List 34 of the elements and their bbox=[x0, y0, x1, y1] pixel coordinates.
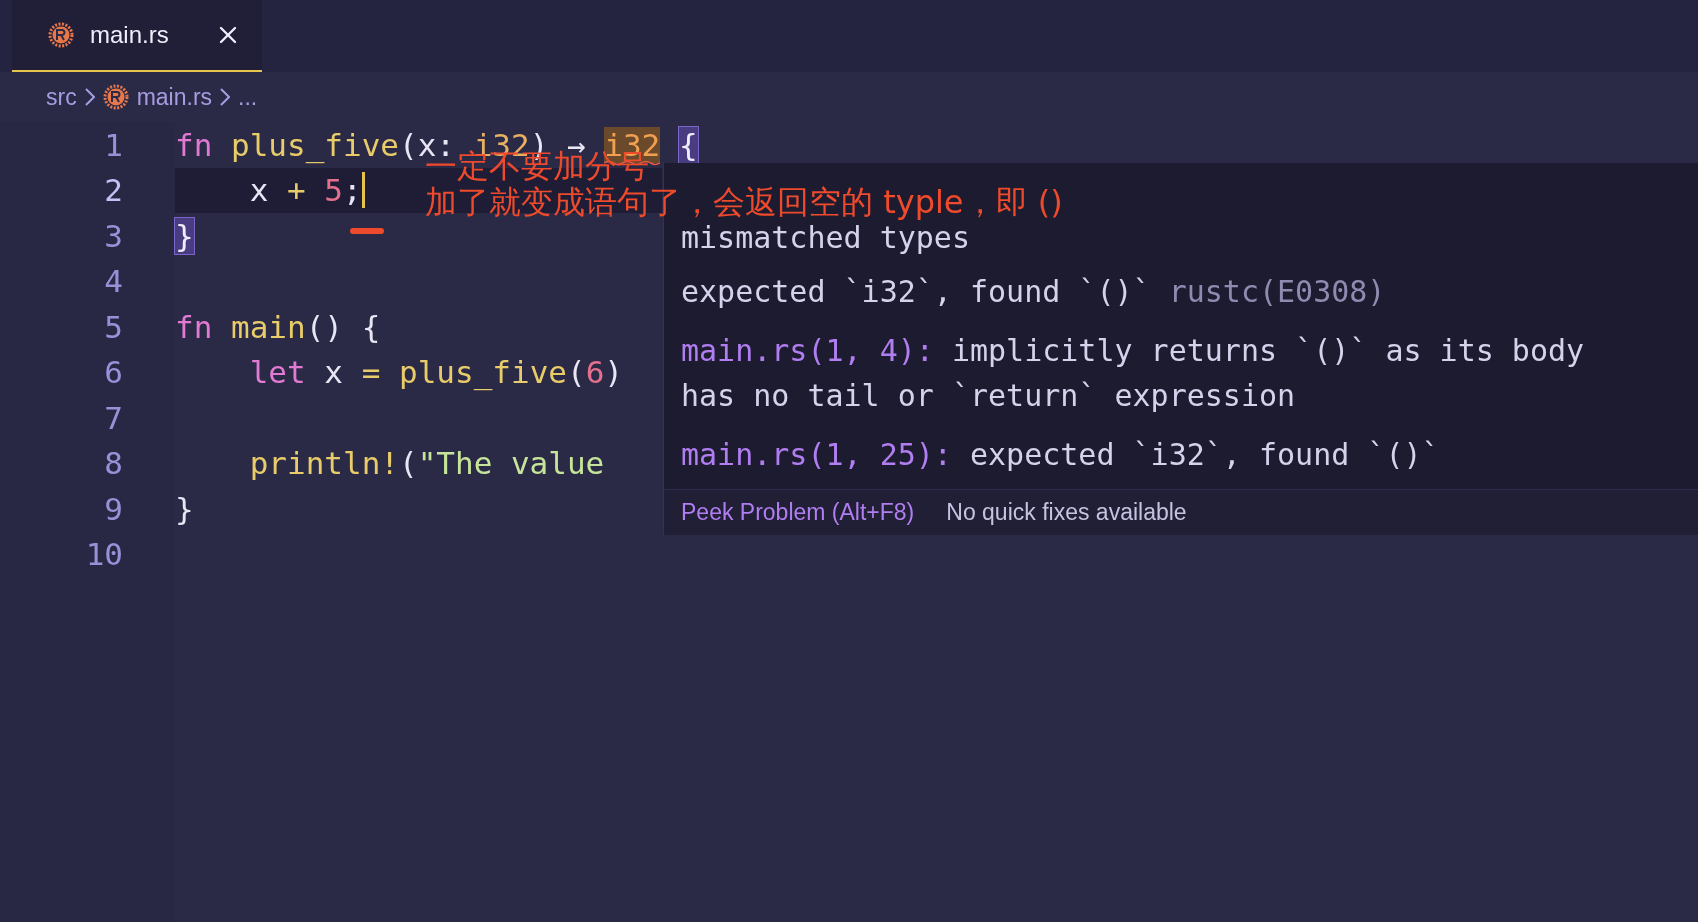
line-number: 8 bbox=[104, 444, 123, 483]
line-number: 3 bbox=[104, 216, 123, 256]
code-line: println!("The value bbox=[248, 444, 605, 483]
hover-title: mismatched types bbox=[681, 221, 970, 255]
line-number: 5 bbox=[104, 307, 123, 347]
line-number: 4 bbox=[104, 262, 123, 301]
breadcrumb-item[interactable]: src bbox=[46, 79, 77, 115]
line-number: 7 bbox=[104, 398, 123, 438]
quick-fix-note: No quick fixes available bbox=[946, 498, 1187, 528]
breadcrumb-item[interactable]: main.rs bbox=[136, 79, 213, 115]
peek-problem-link[interactable]: Peek Problem (Alt+F8) bbox=[681, 495, 915, 530]
line-number: 10 bbox=[85, 535, 123, 574]
text-cursor bbox=[361, 172, 365, 209]
line-number: 6 bbox=[104, 353, 123, 392]
annotation-mark bbox=[350, 228, 384, 234]
breadcrumb-item[interactable]: ... bbox=[238, 79, 258, 115]
rust-file-icon bbox=[102, 84, 129, 110]
annotation-text: 加了就变成语句了，会返回空的 typle，即 () bbox=[425, 184, 1063, 220]
diagnostic-message: expected `i32`, found `()` rustc(E0308) bbox=[681, 273, 1387, 311]
diagnostic-message: main.rs(1, 25): expected `i32`, found `()` bbox=[681, 436, 1441, 474]
chevron-icon bbox=[220, 88, 231, 106]
tab-label: main.rs bbox=[90, 20, 169, 50]
rust-file-icon bbox=[48, 22, 74, 48]
code-line: fn main() { bbox=[175, 307, 381, 347]
line-number: 2 bbox=[104, 171, 123, 210]
line-number: 9 bbox=[104, 489, 123, 529]
chevron-icon bbox=[84, 88, 95, 106]
editor-tab[interactable]: main.rs bbox=[12, 0, 262, 72]
diagnostic-message: has no tail or `return` expression bbox=[681, 377, 1297, 415]
code-line: let x = plus_five(6) bbox=[248, 353, 623, 393]
code-line: } bbox=[175, 489, 194, 529]
code-line: x + 5; bbox=[248, 171, 362, 210]
line-number: 1 bbox=[104, 125, 123, 165]
diagnostic-message: main.rs(1, 4): implicitly returns `()` as its body bbox=[681, 332, 1586, 370]
